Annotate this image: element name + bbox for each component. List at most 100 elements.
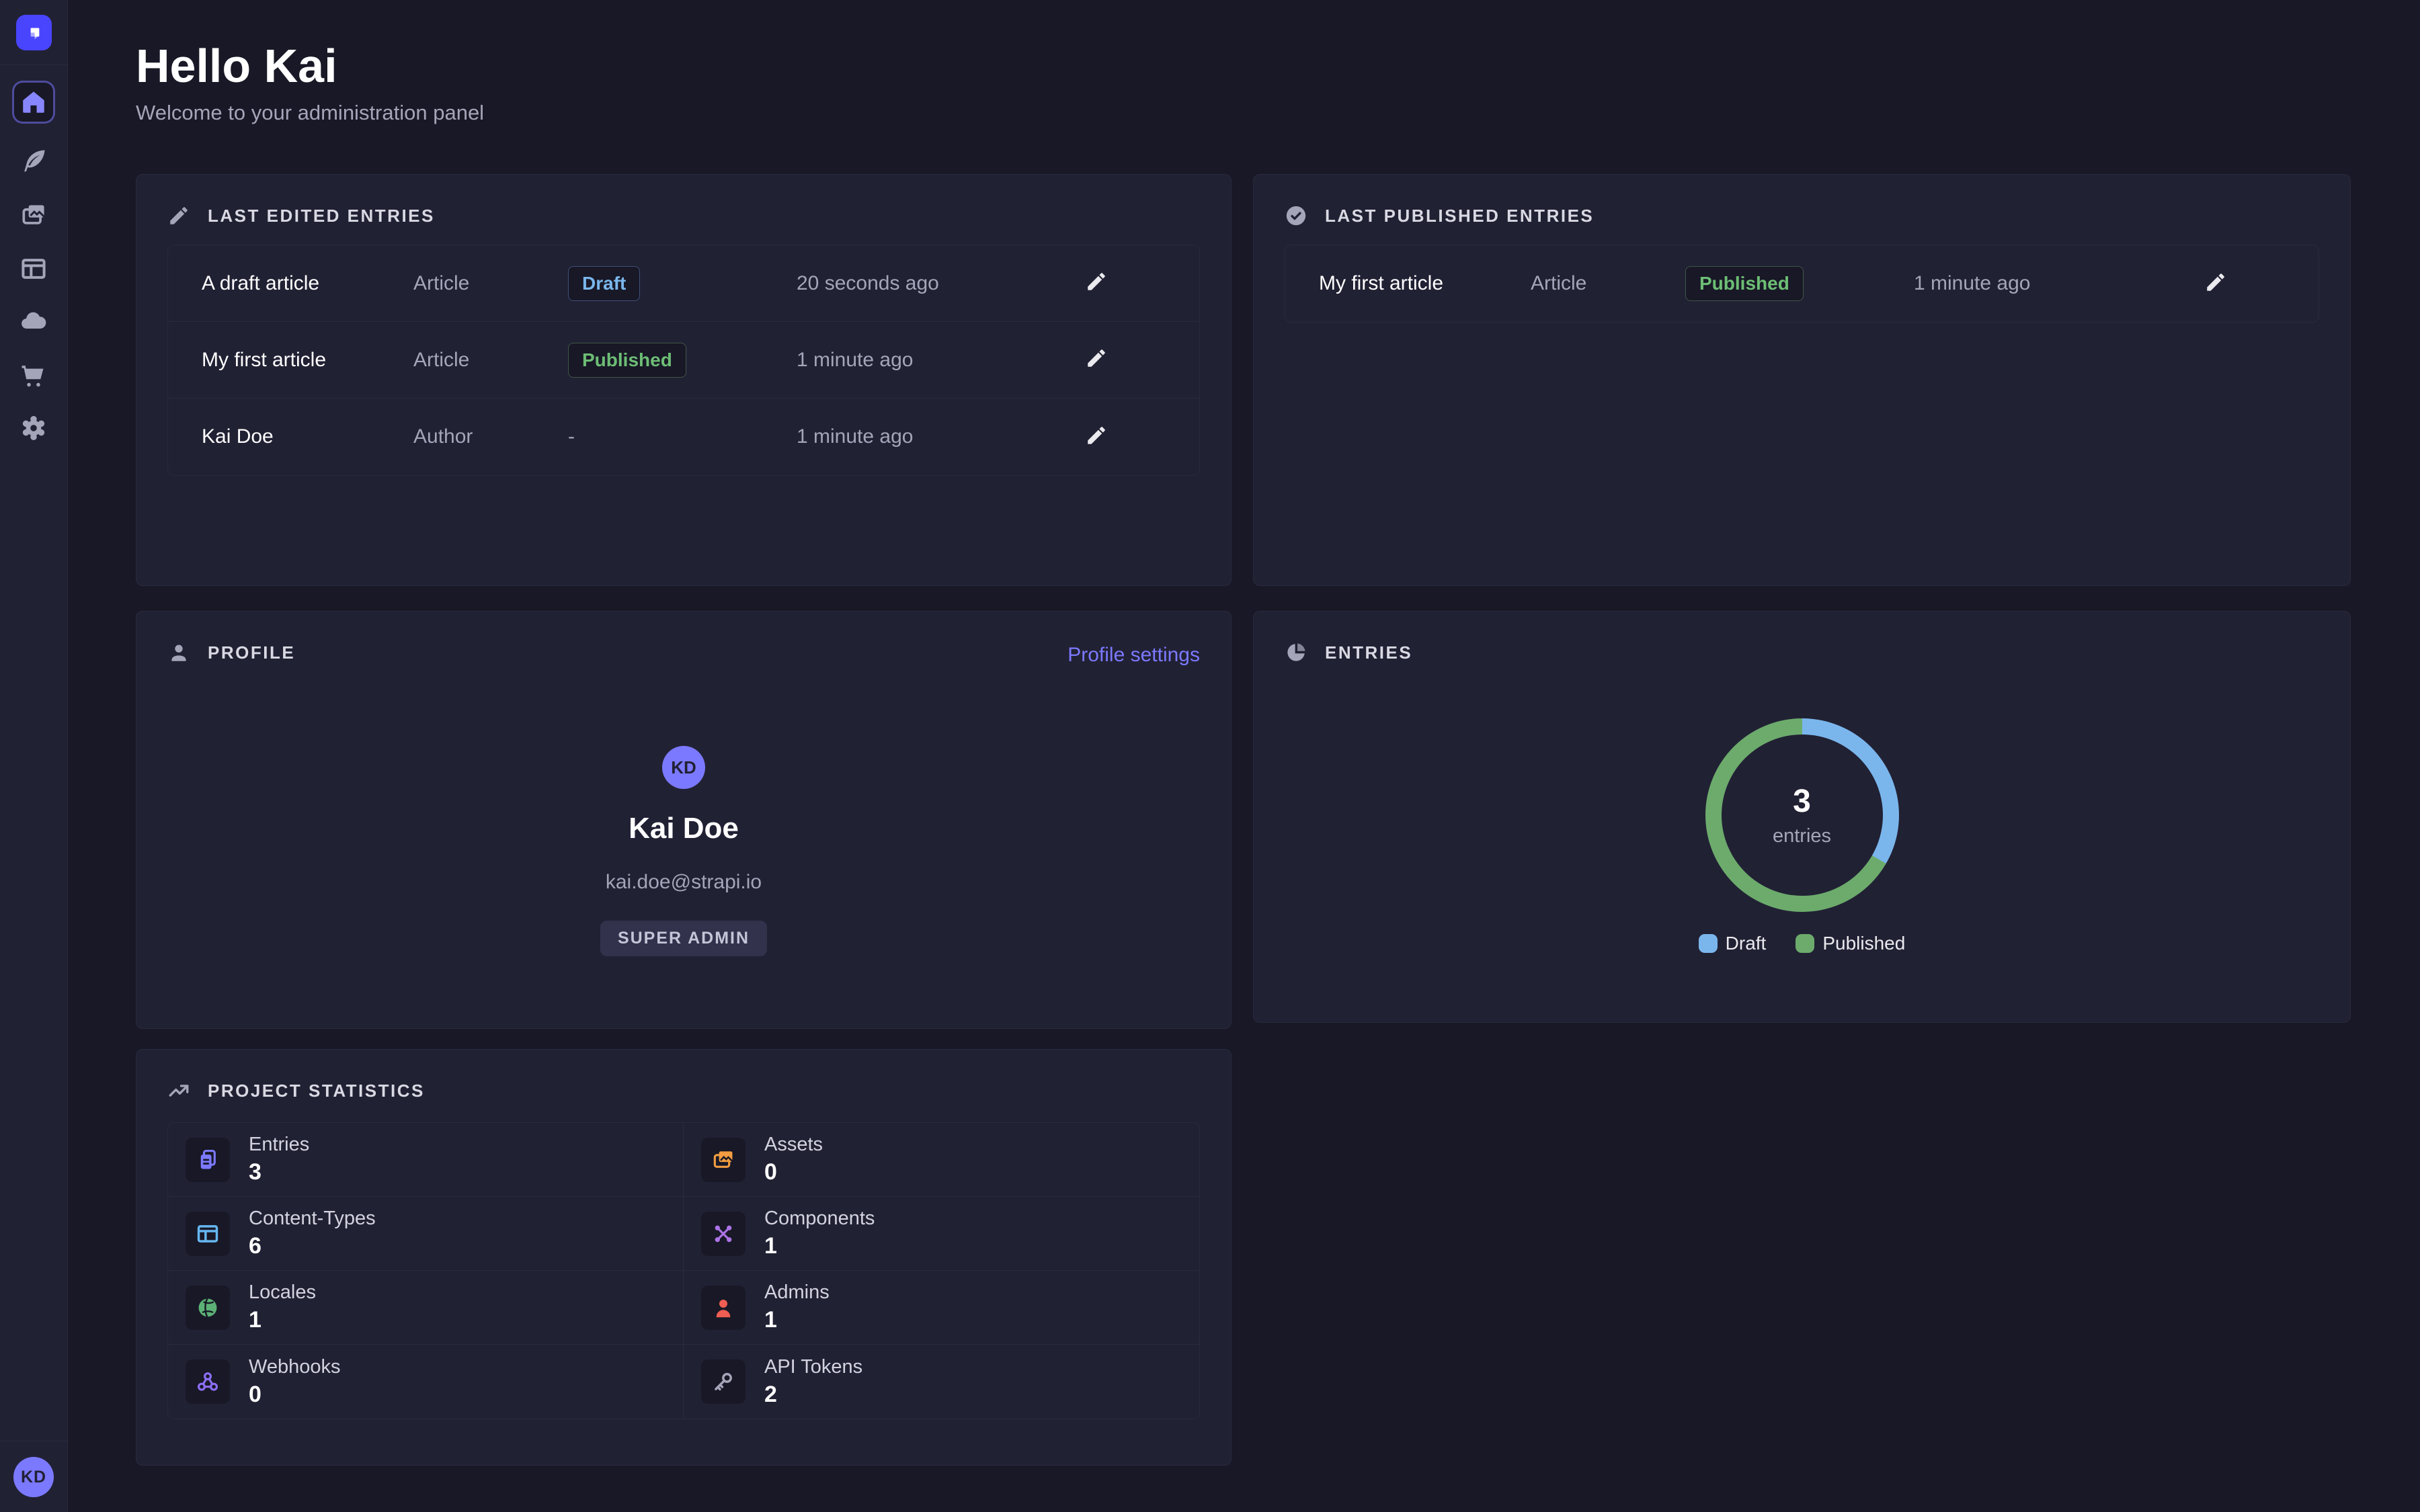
- legend-chip-draft: [1699, 934, 1718, 953]
- donut-value: 3: [1793, 783, 1811, 820]
- stat-value: 2: [764, 1382, 862, 1408]
- entry-name: My first article: [1319, 272, 1531, 295]
- stat-api-tokens: API Tokens 2: [684, 1345, 1199, 1419]
- panel-last-published-entries: LAST PUBLISHED ENTRIES My first article …: [1253, 174, 2351, 586]
- edit-icon[interactable]: [1085, 347, 1108, 370]
- pencil-icon: [167, 204, 190, 227]
- sidebar-item-cloud[interactable]: [12, 300, 55, 343]
- stat-value: 6: [249, 1233, 376, 1259]
- panel-header: LAST EDITED ENTRIES: [167, 204, 435, 227]
- documents-icon: [195, 1147, 220, 1173]
- stat-label: Webhooks: [249, 1356, 341, 1378]
- sidebar-item-media-library[interactable]: [12, 194, 55, 237]
- chart-legend: Draft Published: [1254, 933, 2350, 954]
- last-published-table: My first article Article Published 1 min…: [1285, 245, 2319, 323]
- sidebar-user-avatar[interactable]: KD: [13, 1457, 54, 1497]
- donut-label: entries: [1773, 825, 1831, 847]
- stat-webhooks: Webhooks 0: [168, 1345, 684, 1419]
- sidebar-item-content-manager[interactable]: [12, 140, 55, 183]
- stat-label: API Tokens: [764, 1356, 862, 1378]
- profile-role-badge: SUPER ADMIN: [600, 921, 767, 956]
- key-icon: [711, 1369, 736, 1394]
- stat-entries: Entries 3: [168, 1123, 684, 1197]
- page-subtitle: Welcome to your administration panel: [136, 101, 484, 125]
- stats-table: Entries 3 Assets 0: [167, 1122, 1200, 1419]
- panel-title: LAST EDITED ENTRIES: [208, 206, 435, 226]
- panel-header: ENTRIES: [1285, 641, 1412, 664]
- entries-donut: 3 entries: [1705, 718, 1899, 912]
- nodes-icon: [711, 1221, 736, 1247]
- legend-item-draft: Draft: [1699, 933, 1767, 954]
- entry-time: 1 minute ago: [797, 425, 1085, 448]
- profile-email: kai.doe@strapi.io: [606, 871, 762, 894]
- images-icon: [19, 200, 48, 230]
- status-dash: -: [568, 425, 575, 448]
- table-row[interactable]: A draft article Article Draft 20 seconds…: [168, 245, 1199, 322]
- table-row[interactable]: Kai Doe Author - 1 minute ago: [168, 398, 1199, 475]
- stat-components: Components 1: [684, 1197, 1199, 1271]
- profile-avatar: KD: [662, 746, 705, 789]
- stat-value: 1: [764, 1233, 875, 1259]
- stat-label: Locales: [249, 1282, 316, 1304]
- stat-admins: Admins 1: [684, 1271, 1199, 1345]
- images-icon: [711, 1147, 736, 1173]
- table-row[interactable]: My first article Article Published 1 min…: [1285, 245, 2318, 322]
- table-row[interactable]: My first article Article Published 1 min…: [168, 322, 1199, 398]
- last-edited-table: A draft article Article Draft 20 seconds…: [167, 245, 1200, 476]
- stat-value: 0: [764, 1159, 823, 1185]
- cloud-icon: [19, 306, 48, 336]
- entry-type: Article: [413, 349, 568, 372]
- stat-label: Entries: [249, 1134, 309, 1156]
- layout-icon: [195, 1221, 220, 1247]
- page-title: Hello Kai: [136, 39, 337, 93]
- sidebar-item-settings[interactable]: [12, 407, 55, 450]
- stat-value: 1: [249, 1307, 316, 1333]
- status-badge: Published: [1685, 266, 1804, 301]
- status-badge: Draft: [568, 266, 640, 301]
- entry-time: 20 seconds ago: [797, 272, 1085, 295]
- status-badge: Published: [568, 343, 686, 378]
- entry-type: Author: [413, 425, 568, 448]
- legend-item-published: Published: [1796, 933, 1905, 954]
- entry-time: 1 minute ago: [1914, 272, 2204, 295]
- panel-title: PROJECT STATISTICS: [208, 1081, 425, 1101]
- person-icon: [711, 1295, 736, 1320]
- stat-value: 1: [764, 1307, 830, 1333]
- stat-label: Content-Types: [249, 1208, 376, 1230]
- entry-name: Kai Doe: [202, 425, 413, 448]
- edit-icon[interactable]: [1085, 424, 1108, 447]
- home-icon: [19, 88, 48, 116]
- stat-label: Admins: [764, 1282, 830, 1304]
- panel-entries: ENTRIES 3 entries Draft Published: [1253, 611, 2351, 1023]
- chart-pie-icon: [1285, 641, 1307, 664]
- panel-header: PROJECT STATISTICS: [167, 1079, 425, 1102]
- entry-name: A draft article: [202, 272, 413, 295]
- sidebar-item-content-type-builder[interactable]: [12, 247, 55, 290]
- entry-time: 1 minute ago: [797, 349, 1085, 372]
- legend-chip-published: [1796, 934, 1814, 953]
- panel-project-statistics: PROJECT STATISTICS Entries 3: [136, 1049, 1232, 1466]
- gear-icon: [19, 413, 48, 443]
- stat-locales: Locales 1: [168, 1271, 684, 1345]
- cart-icon: [19, 359, 48, 388]
- stat-label: Assets: [764, 1134, 823, 1156]
- strapi-logo[interactable]: [16, 15, 52, 50]
- check-circle-icon: [1285, 204, 1307, 227]
- entry-type: Article: [413, 272, 568, 295]
- profile-body: KD Kai Doe kai.doe@strapi.io SUPER ADMIN: [136, 612, 1231, 1028]
- panel-last-edited-entries: LAST EDITED ENTRIES A draft article Arti…: [136, 174, 1232, 586]
- stat-value: 0: [249, 1382, 341, 1408]
- panel-profile: PROFILE Profile settings KD Kai Doe kai.…: [136, 611, 1232, 1029]
- webhook-icon: [195, 1369, 220, 1394]
- feather-icon: [19, 146, 48, 176]
- sidebar: KD: [0, 0, 68, 1512]
- sidebar-item-marketplace[interactable]: [12, 352, 55, 395]
- edit-icon[interactable]: [1085, 270, 1108, 293]
- stat-content-types: Content-Types 6: [168, 1197, 684, 1271]
- sidebar-item-home[interactable]: [12, 81, 55, 124]
- edit-icon[interactable]: [2204, 271, 2227, 294]
- panel-header: LAST PUBLISHED ENTRIES: [1285, 204, 1594, 227]
- stat-assets: Assets 0: [684, 1123, 1199, 1197]
- globe-icon: [195, 1295, 220, 1320]
- entry-name: My first article: [202, 349, 413, 372]
